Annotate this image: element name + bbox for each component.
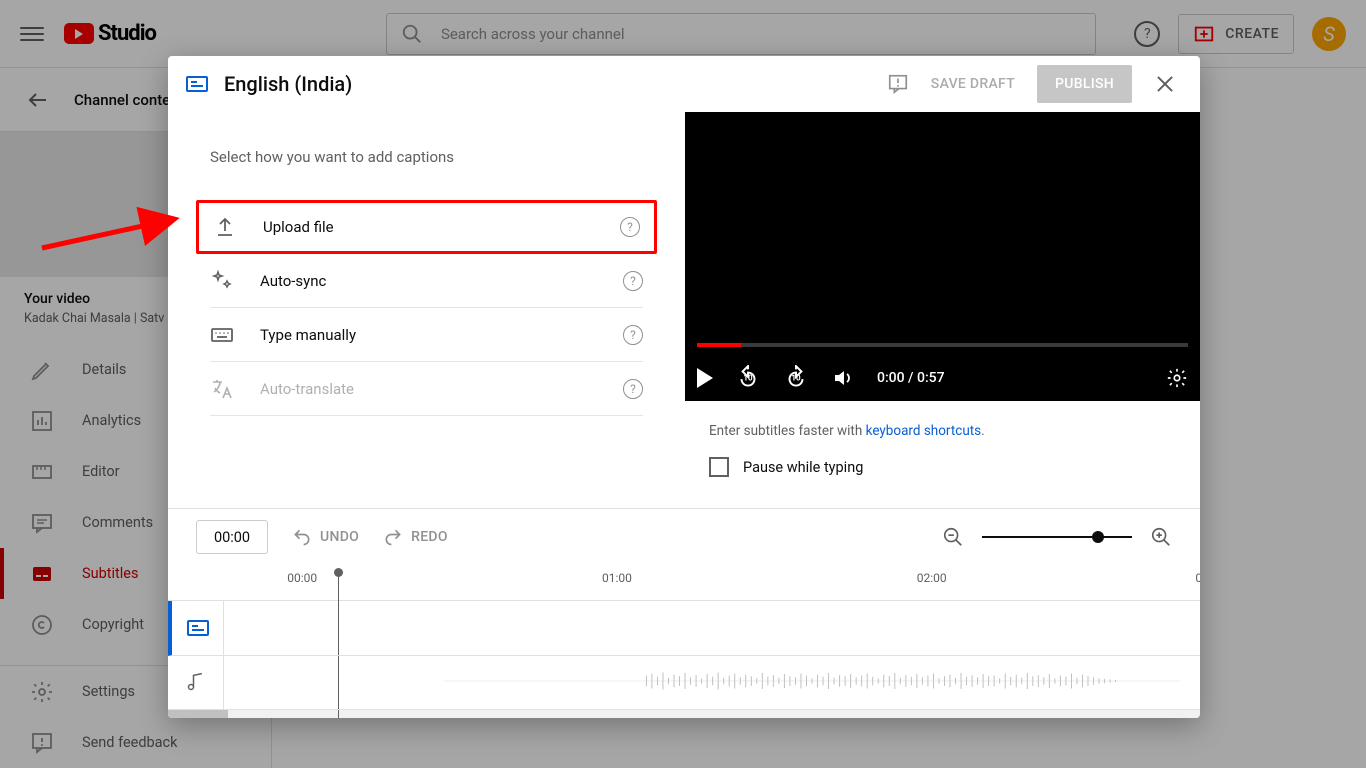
progress-bar[interactable] xyxy=(697,343,1188,347)
timeline-ruler[interactable]: 00:00 01:00 02:00 03:16 xyxy=(168,565,1200,601)
player-controls: 10 10 0:00 / 0:57 xyxy=(697,365,1188,391)
close-icon[interactable] xyxy=(1154,73,1176,95)
shortcuts-hint: Enter subtitles faster with keyboard sho… xyxy=(685,401,1200,439)
ruler-mark: 01:00 xyxy=(602,571,632,585)
zoom-controls xyxy=(942,526,1172,548)
option-auto-translate: Auto-translate ? xyxy=(210,362,643,416)
zoom-out-icon[interactable] xyxy=(942,526,964,548)
publish-button[interactable]: PUBLISH xyxy=(1037,65,1132,103)
rewind-10-icon[interactable]: 10 xyxy=(735,365,761,391)
undo-button[interactable]: UNDO xyxy=(292,527,359,547)
option-type-manually[interactable]: Type manually ? xyxy=(210,308,643,362)
subtitle-track-lane[interactable] xyxy=(224,601,1200,656)
timeline: UNDO REDO 00:00 01:00 02:00 03:16 xyxy=(168,508,1200,718)
captions-modal: English (India) SAVE DRAFT PUBLISH Selec… xyxy=(168,56,1200,718)
help-icon[interactable]: ? xyxy=(623,325,643,345)
feedback-icon[interactable] xyxy=(887,73,909,95)
upload-icon xyxy=(213,215,237,239)
audio-track-lane[interactable] xyxy=(224,656,1200,711)
pause-while-typing-row: Pause while typing xyxy=(685,439,1200,495)
zoom-in-icon[interactable] xyxy=(1150,526,1172,548)
time-input[interactable] xyxy=(196,520,268,554)
modal-header: English (India) SAVE DRAFT PUBLISH xyxy=(168,56,1200,112)
help-icon[interactable]: ? xyxy=(623,379,643,399)
ruler-mark: 03:16 xyxy=(1195,571,1200,585)
volume-icon[interactable] xyxy=(831,366,855,390)
save-draft-button[interactable]: SAVE DRAFT xyxy=(931,76,1015,92)
audio-track-icon[interactable] xyxy=(168,656,224,711)
keyboard-shortcuts-link[interactable]: keyboard shortcuts xyxy=(866,423,982,439)
subtitle-track-icon[interactable] xyxy=(168,601,224,656)
modal-title: English (India) xyxy=(224,72,352,96)
prompt-text: Select how you want to add captions xyxy=(210,148,643,166)
help-icon[interactable]: ? xyxy=(620,217,640,237)
video-player[interactable]: 10 10 0:00 / 0:57 xyxy=(685,112,1200,401)
timeline-scrollbar[interactable] xyxy=(168,710,1200,718)
keyboard-icon xyxy=(210,323,234,347)
ruler-mark: 02:00 xyxy=(917,571,947,585)
timeline-toolbar: UNDO REDO xyxy=(168,509,1200,565)
player-time: 0:00 / 0:57 xyxy=(877,370,945,386)
option-upload-file[interactable]: Upload file ? xyxy=(196,200,657,254)
sparkle-icon xyxy=(210,269,234,293)
forward-10-icon[interactable]: 10 xyxy=(783,365,809,391)
pause-checkbox[interactable] xyxy=(709,457,729,477)
waveform xyxy=(444,670,1180,691)
play-icon[interactable] xyxy=(697,368,713,388)
redo-button[interactable]: REDO xyxy=(383,527,448,547)
settings-icon[interactable] xyxy=(1166,367,1188,389)
option-auto-sync[interactable]: Auto-sync ? xyxy=(210,254,643,308)
zoom-slider[interactable] xyxy=(982,536,1132,538)
translate-icon xyxy=(210,377,234,401)
help-icon[interactable]: ? xyxy=(623,271,643,291)
ruler-mark: 00:00 xyxy=(287,571,317,585)
caption-options-panel: Select how you want to add captions Uplo… xyxy=(168,112,685,508)
caption-icon xyxy=(186,76,208,92)
timeline-tracks xyxy=(168,601,1200,710)
